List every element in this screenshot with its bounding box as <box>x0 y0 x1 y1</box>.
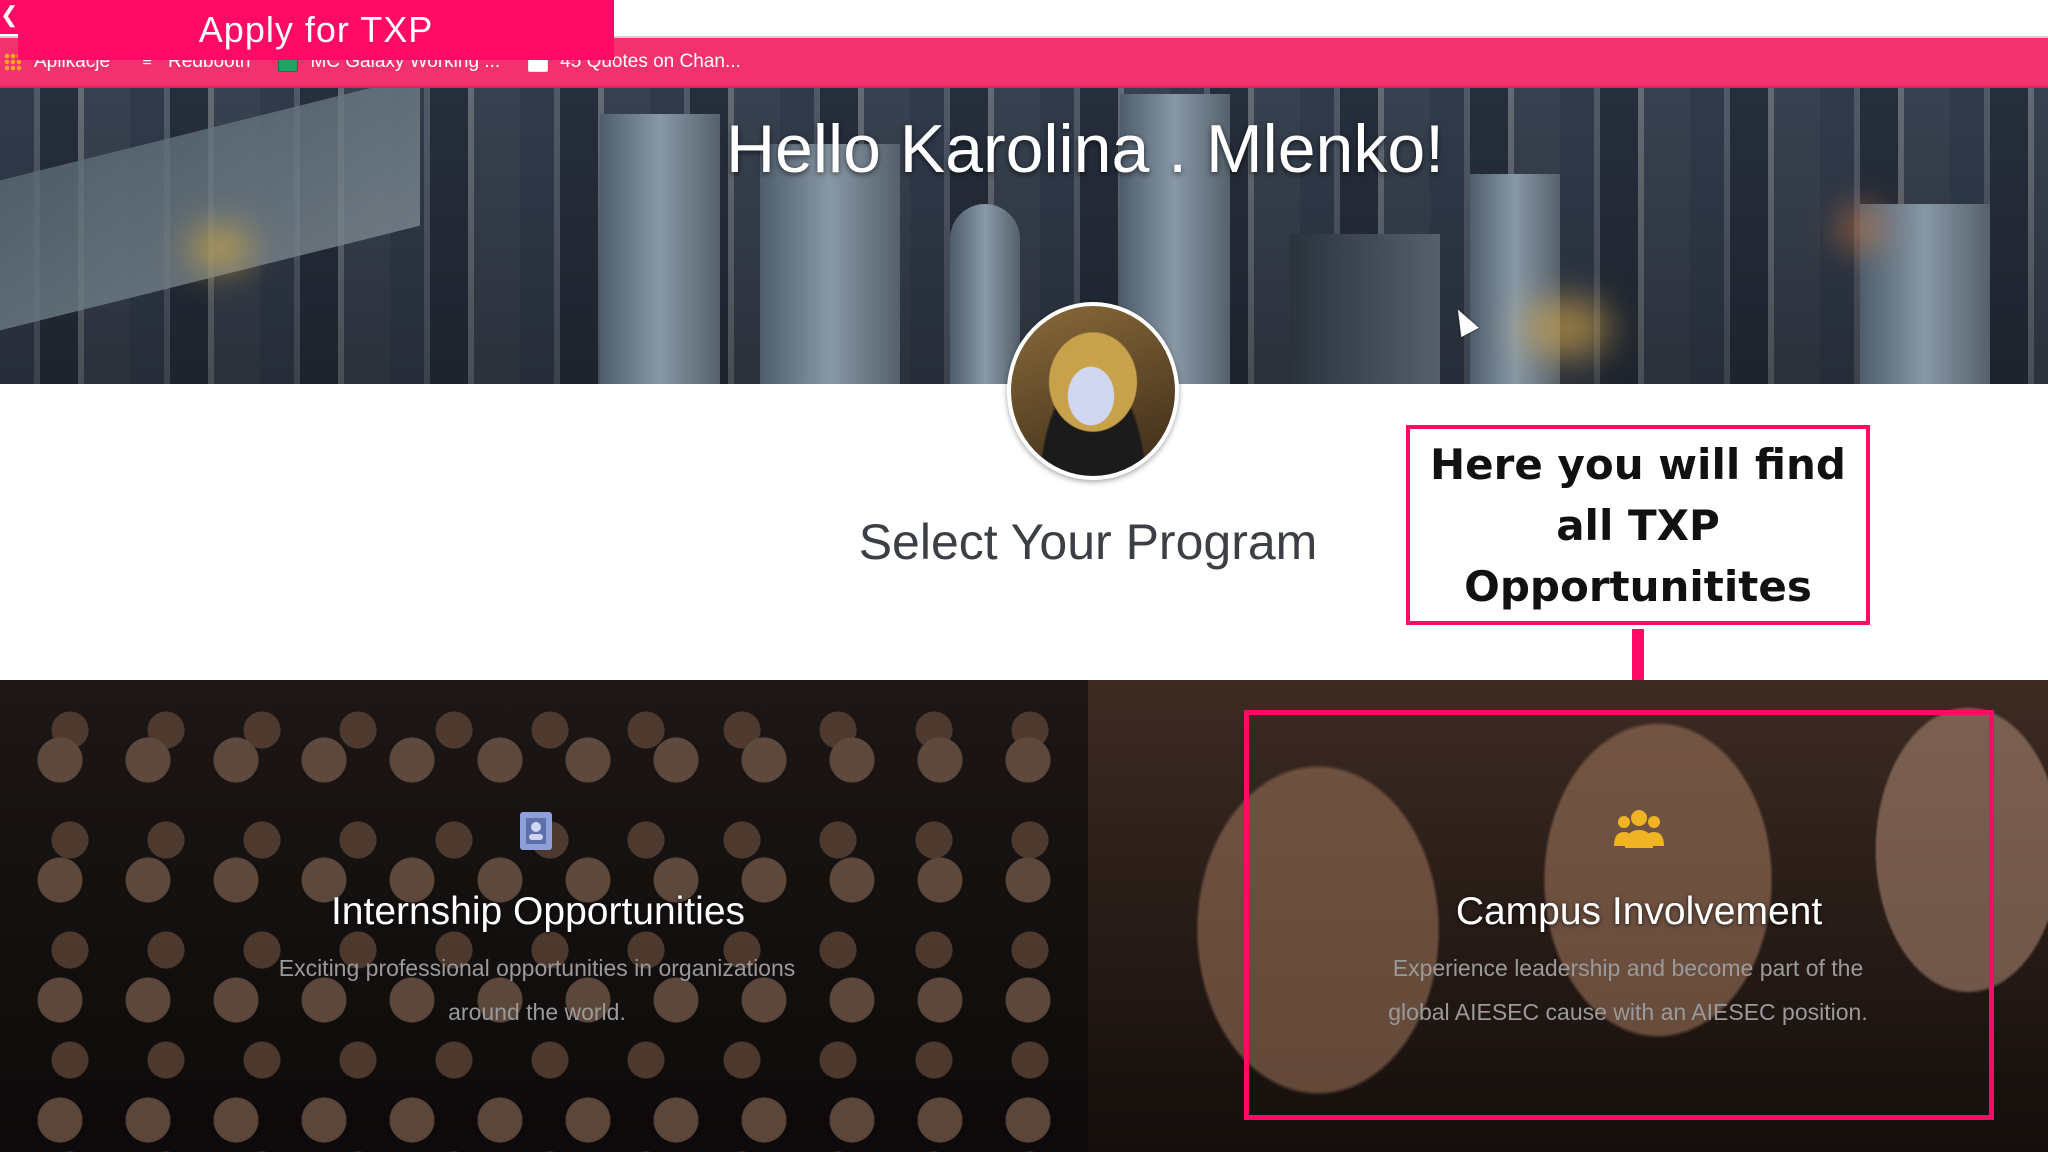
annotation-callout: Here you will find all TXP Opportunitite… <box>1406 425 1870 625</box>
callout-text: Here you will find all TXP Opportunitite… <box>1430 439 1846 611</box>
avatar[interactable] <box>1007 302 1179 480</box>
hero-light <box>190 228 250 268</box>
hero-tower <box>1290 234 1440 384</box>
program-card-internship[interactable]: Internship Opportunities Exciting profes… <box>0 680 1088 1152</box>
callout-arrow-shaft <box>1632 629 1644 685</box>
greeting-heading: Hello Karolina . Mlenko! <box>725 111 1445 187</box>
program-description: Exciting professional opportunities in o… <box>278 955 796 1025</box>
hero-light <box>1840 208 1880 248</box>
video-title-overlay: Apply for TXP <box>18 0 614 60</box>
back-arrow-icon[interactable]: ❮ <box>0 0 18 34</box>
hero-light <box>1520 298 1610 358</box>
program-title: Internship Opportunities <box>330 890 746 933</box>
annotation-highlight-box <box>1244 710 1994 1120</box>
hero-tower <box>950 204 1020 384</box>
id-card-icon <box>516 810 556 863</box>
